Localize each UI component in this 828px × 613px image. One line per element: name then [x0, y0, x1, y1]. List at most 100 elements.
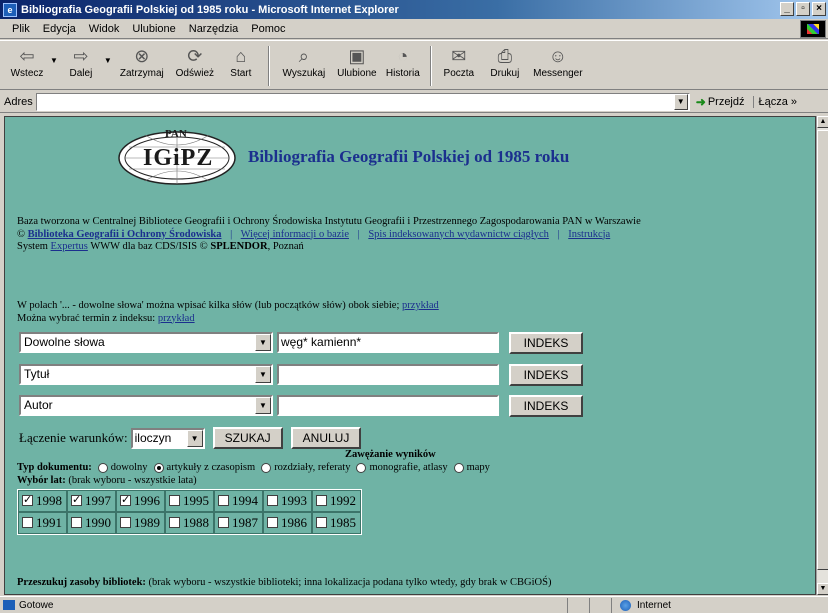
narrowing-title: Zawężanie wyników: [345, 449, 436, 460]
index-button-3[interactable]: INDEKS: [509, 394, 583, 417]
search-label: Wyszukaj: [282, 68, 326, 79]
scroll-up-icon[interactable]: ▲: [817, 116, 828, 128]
year-label: 1995: [183, 493, 209, 508]
logo-igipz-text: IGiPZ: [143, 145, 214, 171]
year-cell[interactable]: 1990: [67, 512, 116, 534]
doctype-radio-maps[interactable]: mapy: [453, 462, 490, 473]
menu-view[interactable]: Widok: [89, 23, 120, 35]
search-button[interactable]: ⌕ Wyszukaj: [276, 44, 332, 79]
year-checkbox[interactable]: [267, 495, 278, 506]
year-cell[interactable]: 1987: [214, 512, 263, 534]
year-cell[interactable]: 1989: [116, 512, 165, 534]
mail-button[interactable]: ✉ Poczta: [438, 44, 480, 79]
favorites-button[interactable]: ▣ Ulubione: [336, 44, 378, 79]
year-cell[interactable]: 1993: [263, 490, 312, 512]
year-checkbox[interactable]: [22, 493, 33, 506]
menu-favorites[interactable]: Ulubione: [132, 23, 175, 35]
year-cell[interactable]: 1986: [263, 512, 312, 534]
home-button[interactable]: ⌂ Start: [220, 44, 262, 79]
year-checkbox[interactable]: [169, 517, 180, 528]
field-select-3-value: Autor: [24, 398, 53, 412]
menu-tools[interactable]: Narzędzia: [189, 23, 239, 35]
year-checkbox[interactable]: [71, 493, 82, 506]
back-button[interactable]: ⇦ Wstecz: [6, 44, 48, 79]
doctype-maps-label: mapy: [466, 462, 490, 473]
refresh-button[interactable]: ⟳ Odśwież: [174, 44, 216, 79]
address-dropdown-icon[interactable]: ▼: [673, 93, 688, 110]
year-checkbox[interactable]: [169, 495, 180, 506]
instructions-link[interactable]: Instrukcja: [568, 229, 610, 240]
field-select-1-value: Dowolne słowa: [24, 335, 105, 349]
expertus-link[interactable]: Expertus: [51, 241, 88, 252]
year-cell[interactable]: 1985: [312, 512, 361, 534]
menu-help[interactable]: Pomoc: [251, 23, 285, 35]
year-cell[interactable]: 1996: [116, 490, 165, 512]
search-input-1[interactable]: węg* kamienn*: [277, 332, 499, 353]
chevron-down-icon[interactable]: ▼: [255, 397, 271, 414]
forward-dropdown-icon[interactable]: ▼: [104, 56, 112, 65]
year-checkbox[interactable]: [120, 493, 131, 506]
chevron-down-icon[interactable]: ▼: [255, 366, 271, 383]
year-cell[interactable]: 1998: [18, 490, 67, 512]
status-cell: [590, 597, 612, 613]
year-checkbox[interactable]: [120, 517, 131, 528]
maximize-button[interactable]: ▫: [796, 2, 810, 16]
more-info-link[interactable]: Więcej informacji o bazie: [241, 229, 349, 240]
minimize-button[interactable]: _: [780, 2, 794, 16]
index-button-1[interactable]: INDEKS: [509, 331, 583, 354]
index-button-2[interactable]: INDEKS: [509, 363, 583, 386]
go-button[interactable]: ➜ Przejdź: [696, 95, 745, 109]
status-text-cell: Gotowe: [0, 597, 568, 613]
print-button[interactable]: ⎙ Drukuj: [484, 44, 526, 79]
year-cell[interactable]: 1997: [67, 490, 116, 512]
address-input[interactable]: [35, 92, 690, 111]
example-link-2[interactable]: przykład: [158, 313, 195, 324]
search-input-3[interactable]: [277, 395, 499, 416]
doctype-radio-chapters[interactable]: rozdziały, referaty: [261, 462, 350, 473]
links-button[interactable]: Łącza »: [752, 95, 797, 108]
search-submit-button[interactable]: SZUKAJ: [212, 427, 283, 449]
example-link-1[interactable]: przykład: [402, 300, 439, 311]
forward-button[interactable]: ⇨ Dalej: [60, 44, 102, 79]
chevron-down-icon[interactable]: ▼: [255, 334, 271, 351]
year-checkbox[interactable]: [316, 517, 327, 528]
year-checkbox[interactable]: [71, 517, 82, 528]
forward-arrow-icon: ⇨: [73, 46, 89, 66]
year-cell[interactable]: 1992: [312, 490, 361, 512]
history-button[interactable]: ◔ Historia: [382, 44, 424, 79]
years-note: (brak wyboru - wszystkie lata): [68, 475, 197, 486]
serials-list-link[interactable]: Spis indeksowanych wydawnictw ciągłych: [368, 229, 549, 240]
year-checkbox[interactable]: [218, 517, 229, 528]
year-checkbox[interactable]: [316, 495, 327, 506]
back-dropdown-icon[interactable]: ▼: [50, 56, 58, 65]
year-label: 1991: [36, 515, 62, 530]
year-checkbox[interactable]: [267, 517, 278, 528]
library-link[interactable]: Biblioteka Geografii i Ochrony Środowisk…: [28, 229, 222, 240]
menu-edit[interactable]: Edycja: [43, 23, 76, 35]
search-input-2[interactable]: [277, 364, 499, 385]
combine-select[interactable]: iloczyn ▼: [130, 427, 205, 449]
chevron-down-icon[interactable]: ▼: [186, 429, 203, 447]
scrollbar-thumb[interactable]: [817, 130, 828, 570]
year-cell[interactable]: 1991: [18, 512, 67, 534]
year-checkbox[interactable]: [22, 517, 33, 528]
field-select-2[interactable]: Tytuł ▼: [19, 364, 273, 385]
window-title-bar[interactable]: e Bibliografia Geografii Polskiej od 198…: [0, 0, 828, 19]
year-checkbox[interactable]: [218, 495, 229, 506]
close-button[interactable]: ×: [812, 2, 826, 16]
doctype-radio-any[interactable]: dowolny: [97, 462, 148, 473]
cancel-button[interactable]: ANULUJ: [290, 427, 362, 449]
year-cell[interactable]: 1988: [165, 512, 214, 534]
messenger-button[interactable]: ☺ Messenger: [530, 44, 586, 79]
doctype-radio-monographs[interactable]: monografie, atlasy: [356, 462, 448, 473]
search-icon: ⌕: [298, 46, 309, 66]
scroll-down-icon[interactable]: ▼: [817, 583, 828, 595]
field-select-3[interactable]: Autor ▼: [19, 395, 273, 416]
field-select-1[interactable]: Dowolne słowa ▼: [19, 332, 273, 353]
vertical-scrollbar[interactable]: ▲ ▼: [816, 116, 828, 595]
menu-file[interactable]: Plik: [12, 23, 30, 35]
doctype-radio-articles[interactable]: artykuły z czasopism: [153, 462, 255, 473]
year-cell[interactable]: 1995: [165, 490, 214, 512]
year-cell[interactable]: 1994: [214, 490, 263, 512]
stop-button[interactable]: ⊗ Zatrzymaj: [114, 44, 170, 79]
